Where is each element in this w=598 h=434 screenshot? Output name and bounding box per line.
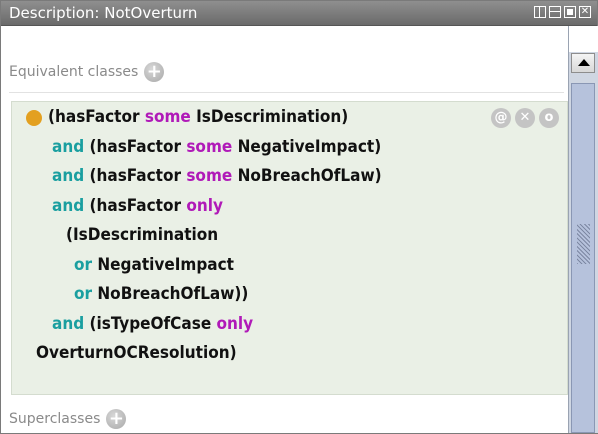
expression-text: OverturnOCResolution) bbox=[36, 343, 237, 363]
expression-text: (hasFactor bbox=[84, 137, 187, 157]
split-view-icon[interactable] bbox=[534, 6, 546, 18]
expression-text: (IsDescrimination bbox=[66, 225, 219, 245]
equivalent-classes-header: Equivalent classes + bbox=[9, 62, 165, 82]
expression-keyword: and bbox=[52, 314, 85, 334]
equivalent-class-row[interactable]: @ ✕ o (hasFactor some IsDescrimination) … bbox=[11, 101, 568, 395]
window-title: Description: NotOverturn bbox=[9, 4, 198, 22]
expression-text: (hasFactor bbox=[48, 107, 145, 127]
edit-button[interactable]: o bbox=[539, 108, 559, 128]
description-window: Description: NotOverturn ✕ Equivalent cl… bbox=[0, 0, 598, 434]
annotate-button[interactable]: @ bbox=[491, 108, 511, 128]
expression-text: NegativeImpact) bbox=[232, 137, 382, 157]
description-content: Equivalent classes + @ ✕ o (hasFactor so… bbox=[1, 26, 568, 433]
superclasses-header: Superclasses + bbox=[9, 409, 127, 429]
expression-text: NegativeImpact bbox=[92, 255, 234, 275]
expression-line: or NoBreachOfLaw)) bbox=[74, 284, 248, 304]
expression-keyword: some bbox=[186, 137, 233, 157]
expression-line: (hasFactor some IsDescrimination) bbox=[48, 107, 348, 127]
expression-text: IsDescrimination) bbox=[190, 107, 349, 127]
vertical-scrollbar[interactable] bbox=[568, 26, 598, 433]
expression-keyword: or bbox=[74, 255, 93, 275]
close-icon[interactable]: ✕ bbox=[579, 6, 591, 18]
expression-line: (IsDescrimination bbox=[66, 225, 218, 245]
expression-keyword: some bbox=[186, 166, 233, 186]
add-superclass-button[interactable]: + bbox=[106, 409, 127, 429]
expression-text: NoBreachOfLaw)) bbox=[92, 284, 249, 304]
window-controls: ✕ bbox=[534, 6, 591, 18]
scroll-up-button[interactable] bbox=[571, 53, 595, 73]
title-bar: Description: NotOverturn ✕ bbox=[1, 1, 597, 26]
expression-keyword: some bbox=[144, 107, 191, 127]
expression-keyword: and bbox=[52, 137, 85, 157]
expression-keyword: or bbox=[74, 284, 93, 304]
scrollbar-thumb[interactable] bbox=[571, 83, 595, 433]
split-horizontal-icon[interactable] bbox=[549, 6, 561, 18]
expression-line: and (hasFactor some NoBreachOfLaw) bbox=[52, 166, 382, 186]
expression-keyword: only bbox=[186, 196, 223, 216]
class-expression-bullet-icon bbox=[26, 110, 42, 126]
expression-line: OverturnOCResolution) bbox=[36, 343, 237, 363]
expression-text: (isTypeOfCase bbox=[84, 314, 217, 334]
expression-text: (hasFactor bbox=[84, 166, 187, 186]
expression-line: or NegativeImpact bbox=[74, 255, 234, 275]
section-divider bbox=[9, 92, 564, 93]
expression-text: NoBreachOfLaw) bbox=[232, 166, 382, 186]
add-equivalent-class-button[interactable]: + bbox=[144, 62, 165, 82]
delete-button[interactable]: ✕ bbox=[515, 108, 535, 128]
row-controls: @ ✕ o bbox=[491, 108, 559, 128]
expression-line: and (isTypeOfCase only bbox=[52, 314, 253, 334]
expression-keyword: and bbox=[52, 166, 85, 186]
expression-keyword: and bbox=[52, 196, 85, 216]
superclasses-label: Superclasses bbox=[9, 411, 101, 427]
expression-keyword: only bbox=[216, 314, 254, 334]
equivalent-classes-label: Equivalent classes bbox=[9, 64, 139, 80]
maximize-icon[interactable] bbox=[564, 6, 576, 18]
expression-line: and (hasFactor some NegativeImpact) bbox=[52, 137, 381, 157]
expression-text: (hasFactor bbox=[84, 196, 187, 216]
scrollbar-grip bbox=[577, 224, 590, 264]
expression-line: and (hasFactor only bbox=[52, 196, 223, 216]
